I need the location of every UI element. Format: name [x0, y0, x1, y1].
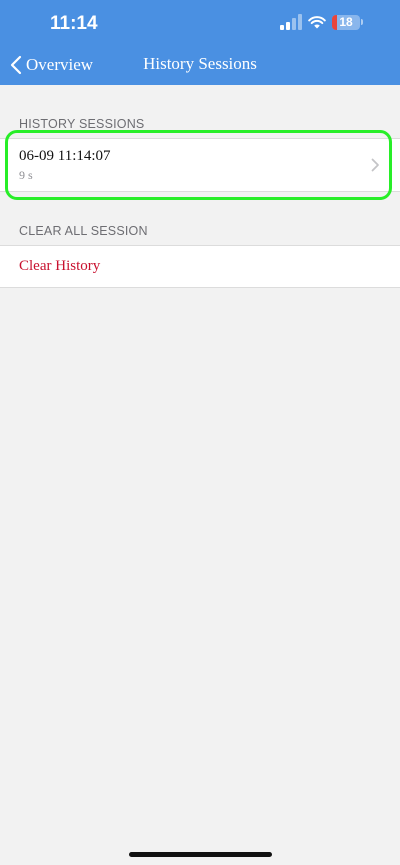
- cellular-signal-icon: [280, 14, 302, 30]
- home-indicator: [129, 852, 272, 857]
- header-bar: 11:14 18 Overview History Sessions: [0, 0, 400, 85]
- chevron-left-icon: [10, 55, 22, 75]
- back-button-label: Overview: [26, 55, 94, 74]
- history-sessions-header: HISTORY SESSIONS: [19, 117, 145, 131]
- session-duration: 9 s: [19, 168, 33, 182]
- chevron-right-icon: [371, 158, 379, 172]
- clear-history-label: Clear History: [19, 258, 101, 274]
- status-time: 11:14: [50, 13, 98, 34]
- page-title: History Sessions: [143, 54, 257, 73]
- battery-icon: 18: [332, 15, 360, 30]
- battery-cap: [361, 19, 363, 25]
- status-icons: 18: [280, 14, 370, 34]
- wifi-icon: [308, 16, 326, 29]
- session-timestamp: 06-09 11:14:07: [19, 148, 111, 164]
- clear-history-button[interactable]: Clear History: [0, 245, 400, 288]
- back-button[interactable]: Overview: [10, 52, 93, 78]
- battery-percentage: 18: [339, 15, 353, 29]
- screen: 11:14 18 Overview History Sessions HISTO…: [0, 0, 400, 865]
- session-list-item[interactable]: 06-09 11:14:07 9 s: [0, 138, 400, 192]
- clear-all-session-header: CLEAR ALL SESSION: [19, 224, 148, 238]
